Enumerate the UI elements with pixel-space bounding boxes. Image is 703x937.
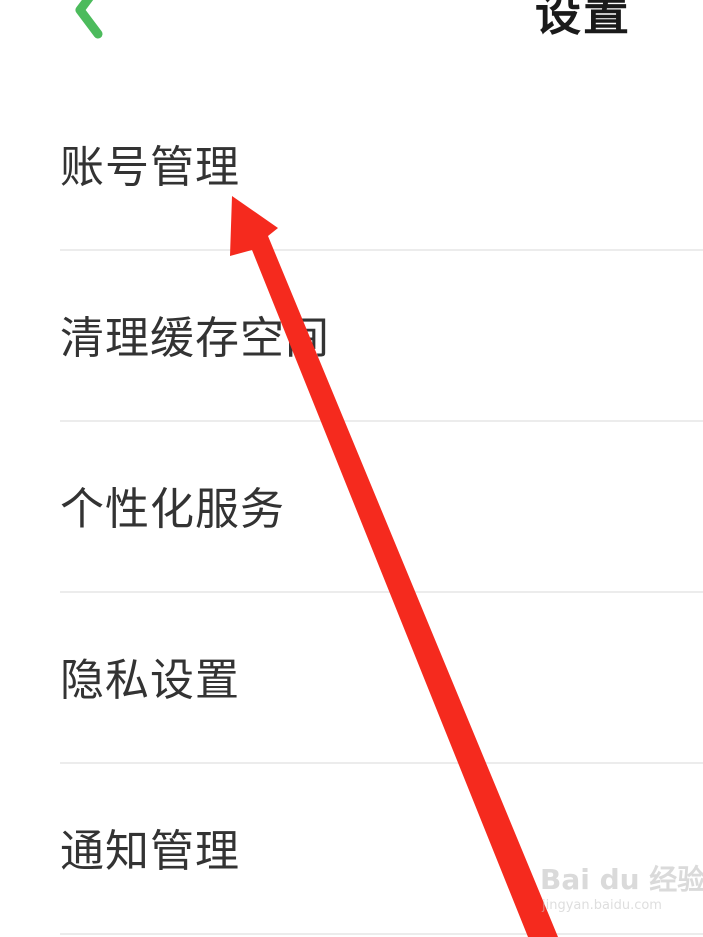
- menu-item-personalized-service[interactable]: 个性化服务: [0, 422, 703, 593]
- menu-item-label: 个性化服务: [60, 484, 285, 535]
- divider: [60, 933, 703, 935]
- settings-screen: 设置 账号管理 清理缓存空间 个性化服务 隐私设置 通知管理 Bai du 经验…: [0, 0, 703, 937]
- menu-item-privacy-settings[interactable]: 隐私设置: [0, 593, 703, 764]
- settings-menu-list: 账号管理 清理缓存空间 个性化服务 隐私设置 通知管理: [0, 80, 703, 935]
- menu-item-notification-management[interactable]: 通知管理: [0, 764, 703, 935]
- menu-item-label: 通知管理: [60, 826, 240, 877]
- back-button[interactable]: [60, 0, 120, 50]
- menu-item-account-management[interactable]: 账号管理: [0, 80, 703, 251]
- chevron-left-icon: [75, 0, 103, 39]
- header-bar: 设置: [0, 0, 703, 70]
- menu-item-label: 账号管理: [60, 142, 240, 193]
- menu-item-label: 隐私设置: [60, 655, 240, 706]
- menu-item-clear-cache[interactable]: 清理缓存空间: [0, 251, 703, 422]
- page-title: 设置: [535, 0, 631, 41]
- menu-item-label: 清理缓存空间: [60, 313, 330, 364]
